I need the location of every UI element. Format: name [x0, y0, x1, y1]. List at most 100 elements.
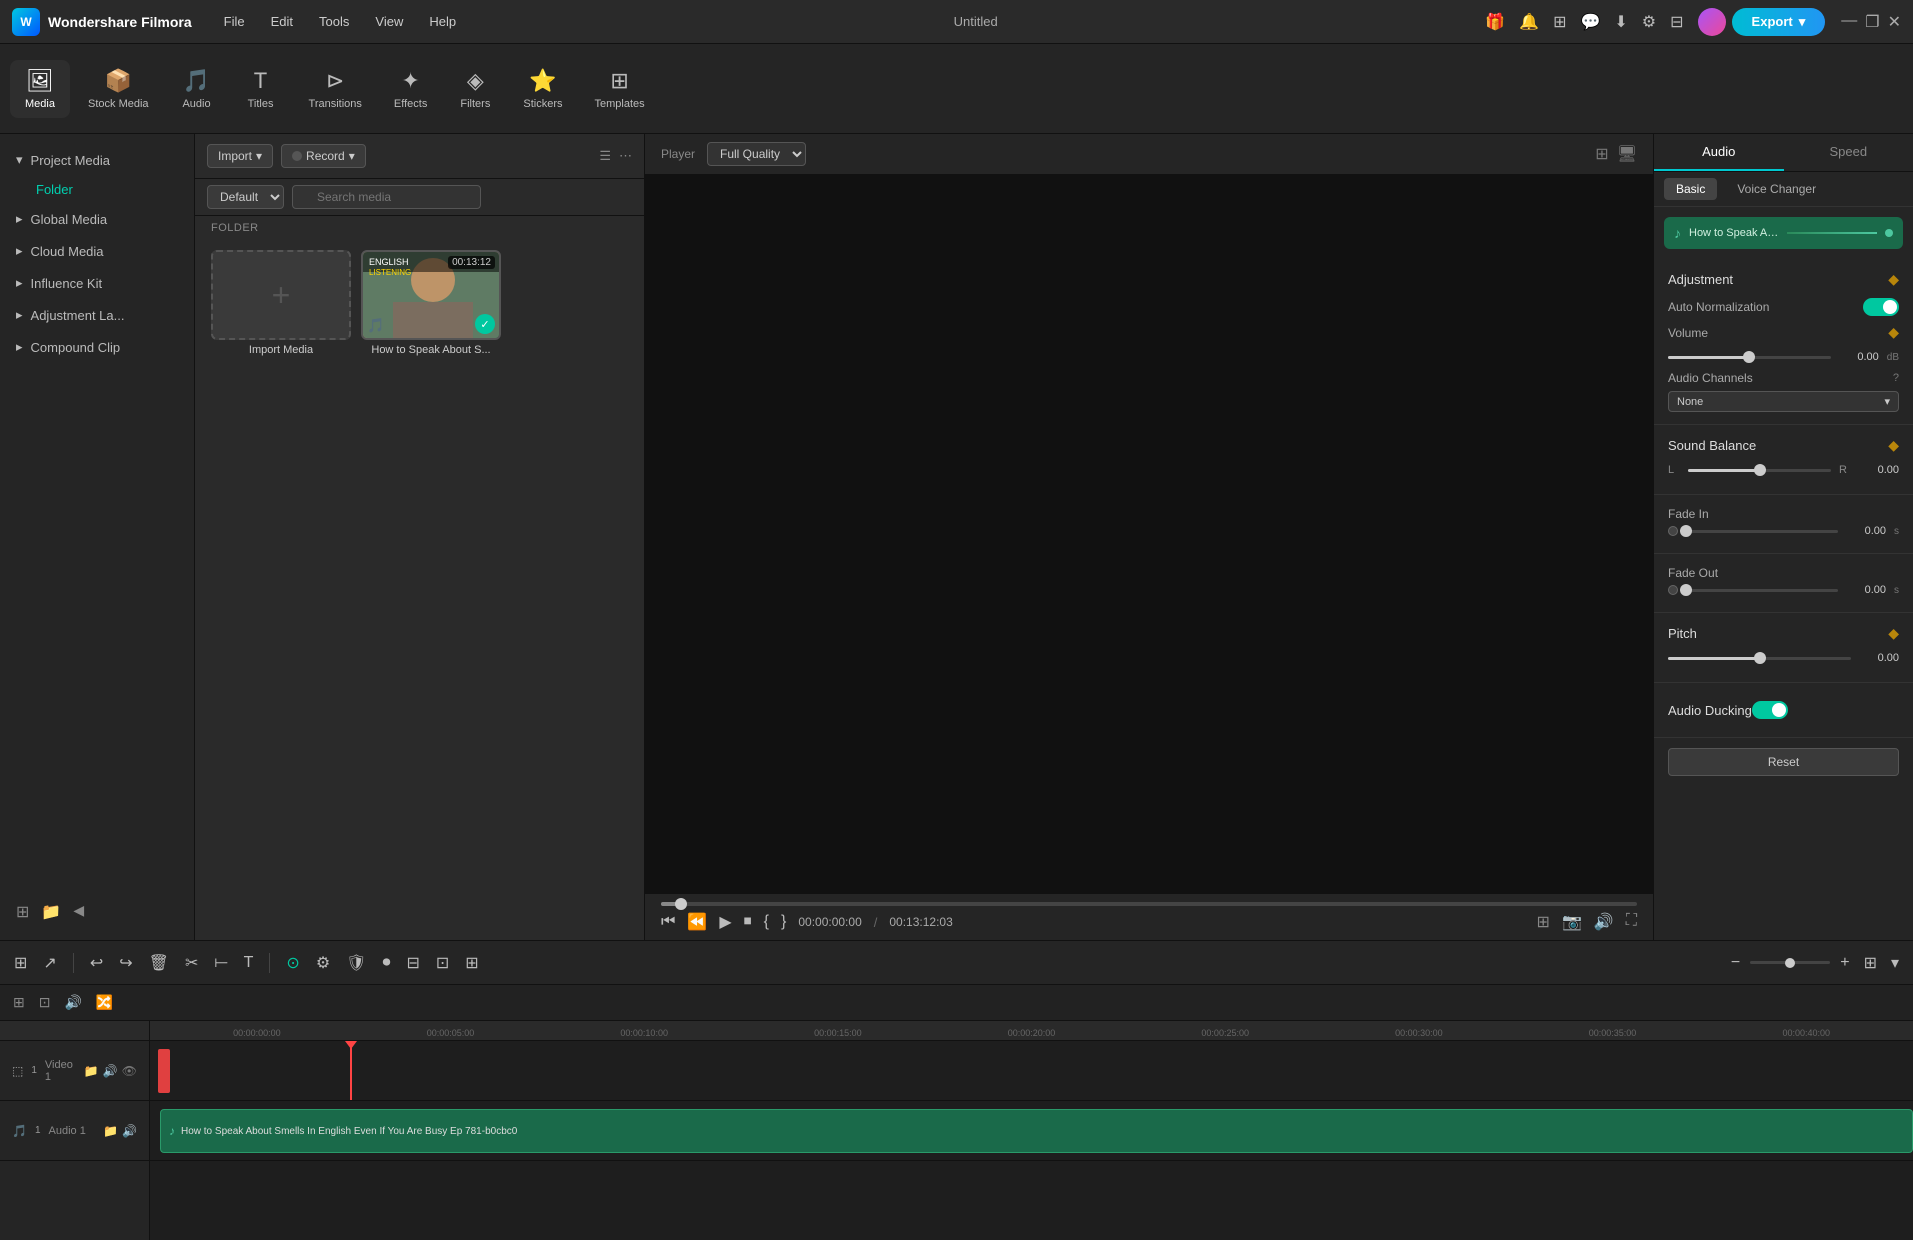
pitch-thumb[interactable] — [1754, 652, 1766, 664]
toolbar-stickers[interactable]: ⭐ Stickers — [509, 60, 576, 118]
adjustment-diamond-icon[interactable]: ◆ — [1888, 271, 1899, 288]
maximize-button[interactable]: ❐ — [1865, 12, 1879, 32]
add-to-timeline-icon[interactable]: ⊞ — [1537, 912, 1550, 932]
volume-slider-track[interactable] — [1668, 356, 1831, 359]
tl-select-tool[interactable]: ⊞ — [10, 949, 31, 977]
zoom-slider-track[interactable] — [1750, 961, 1830, 964]
preview-thumb[interactable] — [675, 898, 687, 910]
audio-channels-help-icon[interactable]: ? — [1893, 372, 1899, 384]
toolbar-stock-media[interactable]: 📦 Stock Media — [74, 60, 163, 118]
pitch-diamond-icon[interactable]: ◆ — [1888, 625, 1899, 642]
settings-icon[interactable]: ⚙ — [1642, 12, 1656, 32]
tl-add-title-track[interactable]: ⊡ — [36, 991, 54, 1014]
sidebar-item-compound-clip[interactable]: ▸ Compound Clip — [0, 331, 194, 363]
toolbar-audio[interactable]: 🎵 Audio — [167, 60, 227, 118]
tl-split-button[interactable]: ⟝ — [210, 950, 231, 976]
tl-group-button[interactable]: ⊟ — [402, 949, 423, 977]
fullscreen-icon[interactable]: ⛶ — [1626, 912, 1637, 932]
sound-balance-diamond-icon[interactable]: ◆ — [1888, 437, 1899, 454]
tl-cut-button[interactable]: ✂ — [181, 949, 202, 977]
preview-timeline-bar[interactable] — [661, 902, 1637, 906]
sub-tab-basic[interactable]: Basic — [1664, 178, 1717, 200]
volume-slider-thumb[interactable] — [1743, 351, 1755, 363]
download-icon[interactable]: ⬇ — [1614, 12, 1627, 32]
preview-mode-icon[interactable]: 🖥 — [1617, 144, 1637, 164]
close-button[interactable]: ✕ — [1888, 12, 1901, 32]
tl-zoom-in-button[interactable]: + — [1836, 950, 1853, 976]
audio-mute-icon[interactable]: 🔊 — [1594, 912, 1614, 932]
record-button[interactable]: Record ▾ — [281, 144, 366, 168]
tl-record-button[interactable]: ⏺ — [378, 950, 394, 976]
audio-track-folder-icon[interactable]: 📁 — [103, 1124, 118, 1138]
fade-in-thumb[interactable] — [1680, 525, 1692, 537]
tl-pip-button[interactable]: ⊡ — [432, 949, 453, 977]
fade-out-track[interactable] — [1686, 589, 1838, 592]
tl-text-button[interactable]: T — [240, 950, 258, 976]
zoom-slider-thumb[interactable] — [1785, 958, 1795, 968]
play-button[interactable]: ▶ — [719, 912, 731, 932]
sound-balance-track[interactable] — [1688, 469, 1831, 472]
import-button[interactable]: Import ▾ — [207, 144, 273, 168]
quality-select[interactable]: Full Quality — [707, 142, 806, 166]
video-clip-card[interactable]: ENGLISH LISTENING 00:13:12 ✓ 🎵 How to Sp… — [361, 250, 501, 356]
audio-channels-dropdown[interactable]: None ▾ — [1668, 391, 1899, 412]
sidebar-item-project-media[interactable]: ▾ Project Media — [0, 144, 194, 176]
avatar[interactable] — [1698, 8, 1726, 36]
more-options-icon[interactable]: ⋯ — [619, 148, 632, 164]
gift-icon[interactable]: 🎁 — [1485, 12, 1505, 32]
import-media-card[interactable]: + Import Media — [211, 250, 351, 356]
export-button[interactable]: Export ▾ — [1732, 8, 1826, 36]
tl-shield-button[interactable]: 🛡 — [342, 949, 370, 977]
notification-icon[interactable]: 🔔 — [1519, 12, 1539, 32]
sidebar-collapse-icon[interactable]: ◀ — [73, 902, 84, 922]
sub-tab-voice-changer[interactable]: Voice Changer — [1725, 178, 1828, 200]
tl-undo-button[interactable]: ↩ — [86, 949, 107, 977]
menu-edit[interactable]: Edit — [261, 10, 303, 33]
toolbar-media[interactable]: 🖼 Media — [10, 60, 70, 118]
tl-snap-button[interactable]: ⊙ — [282, 949, 303, 977]
tl-edit-tool[interactable]: ↗ — [39, 949, 60, 977]
sidebar-item-global-media[interactable]: ▸ Global Media — [0, 203, 194, 235]
auto-normalization-toggle[interactable] — [1863, 298, 1899, 316]
audio-track-volume-icon[interactable]: 🔊 — [122, 1124, 137, 1138]
mark-in-button[interactable]: { — [764, 913, 769, 931]
tl-magnet-button[interactable]: ⚙ — [312, 949, 334, 977]
sidebar-sub-folder[interactable]: Folder — [0, 176, 194, 203]
tl-speed-button[interactable]: ⊞ — [461, 949, 482, 977]
search-input[interactable] — [292, 185, 481, 209]
reset-button[interactable]: Reset — [1668, 748, 1899, 776]
tab-speed[interactable]: Speed — [1784, 134, 1913, 171]
tl-more-button[interactable]: ▾ — [1887, 949, 1903, 977]
apps-icon[interactable]: ⊟ — [1670, 12, 1683, 32]
mark-out-button[interactable]: } — [781, 913, 786, 931]
toolbar-titles[interactable]: T Titles — [231, 60, 291, 118]
menu-tools[interactable]: Tools — [309, 10, 359, 33]
rewind-button[interactable]: ⏮ — [661, 913, 675, 931]
video-track-volume-icon[interactable]: 🔊 — [103, 1064, 118, 1078]
step-back-button[interactable]: ⏪ — [687, 912, 707, 932]
tl-add-video-track[interactable]: ⊞ — [10, 991, 28, 1014]
toolbar-transitions[interactable]: ⊳ Transitions — [295, 60, 376, 118]
video-track-eye-icon[interactable]: 👁 — [122, 1064, 137, 1078]
fade-out-thumb[interactable] — [1680, 584, 1692, 596]
tl-add-audio-track[interactable]: 🔊 — [61, 991, 84, 1014]
toolbar-effects[interactable]: ✦ Effects — [380, 60, 441, 118]
tl-delete-button[interactable]: 🗑 — [145, 949, 173, 977]
toolbar-filters[interactable]: ◈ Filters — [445, 60, 505, 118]
audio-ducking-toggle[interactable] — [1752, 701, 1788, 719]
tl-redo-button[interactable]: ↪ — [115, 949, 136, 977]
tab-audio[interactable]: Audio — [1654, 134, 1784, 171]
grid-icon[interactable]: ⊞ — [1553, 12, 1566, 32]
sidebar-item-cloud-media[interactable]: ▸ Cloud Media — [0, 235, 194, 267]
grid-view-icon[interactable]: ⊞ — [1595, 144, 1608, 164]
sound-balance-thumb[interactable] — [1754, 464, 1766, 476]
menu-file[interactable]: File — [214, 10, 255, 33]
stop-button[interactable]: ⏹ — [744, 913, 752, 931]
menu-help[interactable]: Help — [419, 10, 466, 33]
tl-zoom-out-button[interactable]: − — [1727, 950, 1744, 976]
tl-shuffle-button[interactable]: 🔀 — [93, 991, 116, 1014]
screenshot-icon[interactable]: 📷 — [1562, 912, 1582, 932]
pitch-track[interactable] — [1668, 657, 1851, 660]
filter-icon[interactable]: ☰ — [599, 148, 611, 164]
sidebar-item-adjustment-la[interactable]: ▸ Adjustment La... — [0, 299, 194, 331]
